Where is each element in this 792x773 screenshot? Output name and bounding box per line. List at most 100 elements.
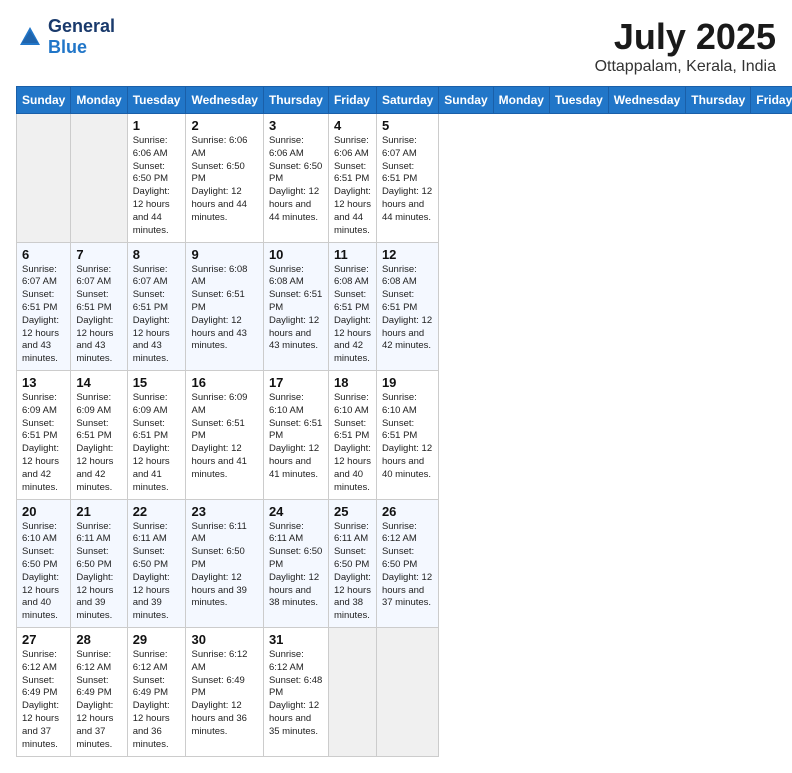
logo: General Blue xyxy=(16,16,115,58)
calendar-day-cell: 12 Sunrise: 6:08 AMSunset: 6:51 PMDayligh… xyxy=(376,242,438,371)
day-number: 5 xyxy=(382,118,433,133)
calendar-day-cell: 29 Sunrise: 6:12 AMSunset: 6:49 PMDayligh… xyxy=(127,628,186,757)
calendar-day-cell: 30 Sunrise: 6:12 AMSunset: 6:49 PMDayligh… xyxy=(186,628,263,757)
day-of-week-header: Tuesday xyxy=(127,87,186,114)
day-number: 20 xyxy=(22,504,65,519)
calendar-day-cell: 17 Sunrise: 6:10 AMSunset: 6:51 PMDayligh… xyxy=(263,371,328,500)
title-block: July 2025 Ottappalam, Kerala, India xyxy=(595,16,776,76)
calendar-day-cell: 9 Sunrise: 6:08 AMSunset: 6:51 PMDaylight… xyxy=(186,242,263,371)
day-number: 7 xyxy=(76,247,121,262)
day-number: 24 xyxy=(269,504,323,519)
day-info: Sunrise: 6:12 AMSunset: 6:49 PMDaylight:… xyxy=(133,649,181,752)
logo-general-text: General xyxy=(48,16,115,36)
calendar-day-cell xyxy=(376,628,438,757)
day-number: 22 xyxy=(133,504,181,519)
day-info: Sunrise: 6:09 AMSunset: 6:51 PMDaylight:… xyxy=(76,392,121,495)
day-of-week-header: Sunday xyxy=(439,87,493,114)
calendar-header-row: SundayMondayTuesdayWednesdayThursdayFrid… xyxy=(17,87,792,114)
calendar-week-row: 13 Sunrise: 6:09 AMSunset: 6:51 PMDayligh… xyxy=(17,371,792,500)
day-number: 23 xyxy=(191,504,257,519)
day-info: Sunrise: 6:06 AMSunset: 6:50 PMDaylight:… xyxy=(191,135,257,225)
day-number: 6 xyxy=(22,247,65,262)
day-info: Sunrise: 6:12 AMSunset: 6:50 PMDaylight:… xyxy=(382,521,433,611)
calendar-day-cell xyxy=(328,628,376,757)
day-number: 17 xyxy=(269,375,323,390)
day-number: 16 xyxy=(191,375,257,390)
day-number: 21 xyxy=(76,504,121,519)
day-of-week-header: Wednesday xyxy=(186,87,263,114)
calendar-day-cell: 8 Sunrise: 6:07 AMSunset: 6:51 PMDaylight… xyxy=(127,242,186,371)
day-info: Sunrise: 6:10 AMSunset: 6:51 PMDaylight:… xyxy=(382,392,433,482)
day-info: Sunrise: 6:07 AMSunset: 6:51 PMDaylight:… xyxy=(382,135,433,225)
day-info: Sunrise: 6:11 AMSunset: 6:50 PMDaylight:… xyxy=(133,521,181,624)
day-info: Sunrise: 6:08 AMSunset: 6:51 PMDaylight:… xyxy=(269,264,323,354)
calendar-day-cell: 26 Sunrise: 6:12 AMSunset: 6:50 PMDayligh… xyxy=(376,499,438,628)
day-number: 28 xyxy=(76,632,121,647)
day-number: 1 xyxy=(133,118,181,133)
day-info: Sunrise: 6:09 AMSunset: 6:51 PMDaylight:… xyxy=(133,392,181,495)
logo-icon xyxy=(16,23,44,51)
day-of-week-header: Tuesday xyxy=(549,87,608,114)
calendar-week-row: 20 Sunrise: 6:10 AMSunset: 6:50 PMDayligh… xyxy=(17,499,792,628)
day-info: Sunrise: 6:06 AMSunset: 6:51 PMDaylight:… xyxy=(334,135,371,238)
calendar-day-cell: 19 Sunrise: 6:10 AMSunset: 6:51 PMDayligh… xyxy=(376,371,438,500)
day-info: Sunrise: 6:09 AMSunset: 6:51 PMDaylight:… xyxy=(22,392,65,495)
day-info: Sunrise: 6:10 AMSunset: 6:51 PMDaylight:… xyxy=(269,392,323,482)
day-number: 19 xyxy=(382,375,433,390)
day-info: Sunrise: 6:08 AMSunset: 6:51 PMDaylight:… xyxy=(382,264,433,354)
calendar-week-row: 6 Sunrise: 6:07 AMSunset: 6:51 PMDaylight… xyxy=(17,242,792,371)
day-info: Sunrise: 6:12 AMSunset: 6:49 PMDaylight:… xyxy=(76,649,121,752)
calendar-day-cell xyxy=(17,114,71,243)
day-of-week-header: Monday xyxy=(493,87,549,114)
calendar-day-cell: 31Sunrise: 6:12 AMSunset: 6:48 PMDayligh… xyxy=(263,628,328,757)
day-info: Sunrise: 6:11 AMSunset: 6:50 PMDaylight:… xyxy=(191,521,257,611)
day-number: 26 xyxy=(382,504,433,519)
day-number: 25 xyxy=(334,504,371,519)
day-number: 27 xyxy=(22,632,65,647)
calendar-day-cell: 15 Sunrise: 6:09 AMSunset: 6:51 PMDayligh… xyxy=(127,371,186,500)
day-number: 13 xyxy=(22,375,65,390)
calendar-day-cell: 23 Sunrise: 6:11 AMSunset: 6:50 PMDayligh… xyxy=(186,499,263,628)
day-number: 9 xyxy=(191,247,257,262)
day-number: 29 xyxy=(133,632,181,647)
calendar-day-cell: 6Sunrise: 6:07 AMSunset: 6:51 PMDaylight… xyxy=(17,242,71,371)
calendar-week-row: 27 Sunrise: 6:12 AMSunset: 6:49 PMDayligh… xyxy=(17,628,792,757)
day-number: 15 xyxy=(133,375,181,390)
day-info: Sunrise: 6:10 AMSunset: 6:50 PMDaylight:… xyxy=(22,521,65,624)
calendar-day-cell: 1 Sunrise: 6:06 AMSunset: 6:50 PMDaylight… xyxy=(127,114,186,243)
day-info: Sunrise: 6:12 AMSunset: 6:49 PMDaylight:… xyxy=(22,649,65,752)
day-number: 8 xyxy=(133,247,181,262)
day-of-week-header: Thursday xyxy=(686,87,751,114)
day-of-week-header: Thursday xyxy=(263,87,328,114)
day-of-week-header: Sunday xyxy=(17,87,71,114)
day-info: Sunrise: 6:06 AMSunset: 6:50 PMDaylight:… xyxy=(269,135,323,225)
calendar-day-cell: 27 Sunrise: 6:12 AMSunset: 6:49 PMDayligh… xyxy=(17,628,71,757)
day-info: Sunrise: 6:12 AMSunset: 6:48 PMDaylight:… xyxy=(269,649,323,739)
calendar-day-cell: 20 Sunrise: 6:10 AMSunset: 6:50 PMDayligh… xyxy=(17,499,71,628)
calendar-day-cell xyxy=(71,114,127,243)
calendar-day-cell: 13 Sunrise: 6:09 AMSunset: 6:51 PMDayligh… xyxy=(17,371,71,500)
calendar-day-cell: 21 Sunrise: 6:11 AMSunset: 6:50 PMDayligh… xyxy=(71,499,127,628)
day-info: Sunrise: 6:09 AMSunset: 6:51 PMDaylight:… xyxy=(191,392,257,482)
day-number: 18 xyxy=(334,375,371,390)
day-info: Sunrise: 6:06 AMSunset: 6:50 PMDaylight:… xyxy=(133,135,181,238)
calendar-day-cell: 3Sunrise: 6:06 AMSunset: 6:50 PMDaylight… xyxy=(263,114,328,243)
calendar-day-cell: 4Sunrise: 6:06 AMSunset: 6:51 PMDaylight… xyxy=(328,114,376,243)
day-info: Sunrise: 6:11 AMSunset: 6:50 PMDaylight:… xyxy=(334,521,371,624)
day-of-week-header: Friday xyxy=(328,87,376,114)
day-info: Sunrise: 6:07 AMSunset: 6:51 PMDaylight:… xyxy=(133,264,181,367)
day-number: 2 xyxy=(191,118,257,133)
day-info: Sunrise: 6:12 AMSunset: 6:49 PMDaylight:… xyxy=(191,649,257,739)
day-number: 12 xyxy=(382,247,433,262)
day-info: Sunrise: 6:08 AMSunset: 6:51 PMDaylight:… xyxy=(191,264,257,354)
day-info: Sunrise: 6:11 AMSunset: 6:50 PMDaylight:… xyxy=(76,521,121,624)
logo-blue-text: Blue xyxy=(48,37,87,57)
calendar-day-cell: 14 Sunrise: 6:09 AMSunset: 6:51 PMDayligh… xyxy=(71,371,127,500)
calendar-day-cell: 28 Sunrise: 6:12 AMSunset: 6:49 PMDayligh… xyxy=(71,628,127,757)
location-title: Ottappalam, Kerala, India xyxy=(595,58,776,76)
day-number: 30 xyxy=(191,632,257,647)
calendar-day-cell: 5 Sunrise: 6:07 AMSunset: 6:51 PMDaylight… xyxy=(376,114,438,243)
day-info: Sunrise: 6:10 AMSunset: 6:51 PMDaylight:… xyxy=(334,392,371,495)
calendar-day-cell: 22 Sunrise: 6:11 AMSunset: 6:50 PMDayligh… xyxy=(127,499,186,628)
day-number: 14 xyxy=(76,375,121,390)
